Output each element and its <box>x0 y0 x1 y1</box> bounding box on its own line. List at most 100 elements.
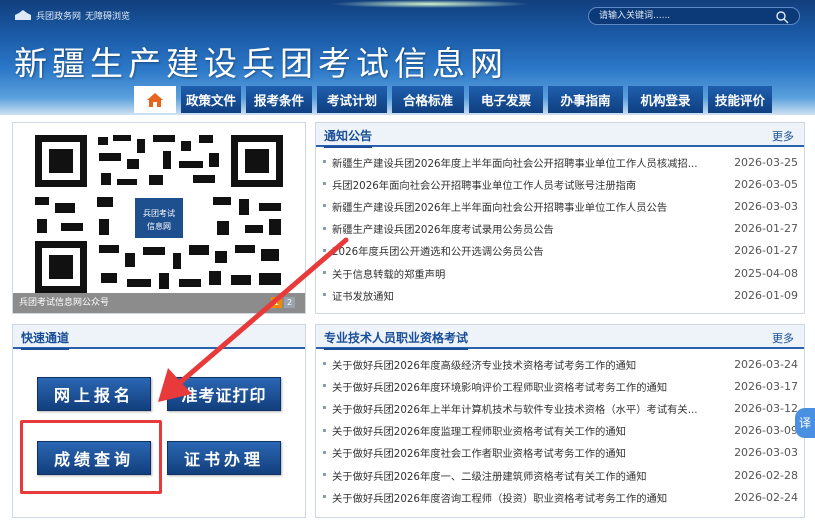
professional-item-title[interactable]: 关于做好兵团2026年度一、二级注册建筑师资格考试有关工作的通知 <box>332 468 732 483</box>
professional-more-link[interactable]: 更多 <box>772 330 794 346</box>
top-bar: 兵团政务网 无障碍浏览 <box>0 0 815 30</box>
professional-item[interactable]: 关于做好兵团2026年上半年计算机技术与软件专业技术资格（水平）考试有关... 2… <box>316 397 804 419</box>
professional-item-title[interactable]: 关于做好兵团2026年度环境影响评价工程师职业资格考试考务工作的通知 <box>332 379 732 394</box>
professional-item-date: 2026-03-12 <box>734 401 798 415</box>
notice-item[interactable]: 证书发放通知 2026-01-09 <box>316 284 804 306</box>
bullet <box>323 406 326 410</box>
main-nav: 政策文件 报考条件 考试计划 合格标准 电子发票 办事指南 机构登录 技能评价 <box>134 86 777 113</box>
professional-item[interactable]: 关于做好兵团2026年度环境影响评价工程师职业资格考试考务工作的通知 2026-0… <box>316 375 804 397</box>
notice-title: 通知公告 <box>324 127 373 148</box>
quick-title-bar: 快速通道 <box>13 325 305 350</box>
notice-item-date: 2026-01-09 <box>734 288 798 302</box>
professional-item-title[interactable]: 关于做好兵团2026年度咨询工程师（投资）职业资格考试考务工作的通知 <box>332 490 732 505</box>
nav-policy[interactable]: 政策文件 <box>181 86 241 113</box>
notice-item-date: 2026-03-05 <box>734 177 798 191</box>
translate-button[interactable]: 译 <box>795 408 815 438</box>
bullet <box>323 182 326 186</box>
professional-item[interactable]: 关于做好兵团2026年度咨询工程师（投资）职业资格考试考务工作的通知 2026-0… <box>316 486 804 508</box>
professional-panel: 专业技术人员职业资格考试 更多 关于做好兵团2026年度高级经济专业技术资格考试… <box>315 324 805 518</box>
quick-title: 快速通道 <box>21 329 70 350</box>
bullet <box>323 293 326 297</box>
search-box <box>588 7 800 25</box>
highlight-box <box>20 420 162 494</box>
professional-title: 专业技术人员职业资格考试 <box>324 329 469 350</box>
notice-more-link[interactable]: 更多 <box>772 128 794 144</box>
banner-pager: 1 2 <box>269 297 295 308</box>
notice-item[interactable]: 兵团2026年面向社会公开招聘事业单位工作人员考试账号注册指南 2026-03-0… <box>316 173 804 195</box>
bullet <box>323 248 326 252</box>
notice-item-title[interactable]: 2026年度兵团公开遴选和公开选调公务员公告 <box>332 243 732 258</box>
notice-item[interactable]: 新疆生产建设兵团2026年度考试录用公务员公告 2026-01-27 <box>316 218 804 240</box>
notice-item[interactable]: 关于信息转载的郑重声明 2025-04-08 <box>316 262 804 284</box>
nav-e-invoice[interactable]: 电子发票 <box>469 86 543 113</box>
bullet <box>323 450 326 454</box>
admission-ticket-button[interactable]: 准考证打印 <box>167 377 281 411</box>
professional-item-title[interactable]: 关于做好兵团2026年度监理工程师职业资格考试有关工作的通知 <box>332 423 732 438</box>
banner-caption: 兵团考试信息网公众号 <box>13 293 305 313</box>
professional-item-date: 2026-03-17 <box>734 379 798 393</box>
notice-item[interactable]: 新疆生产建设兵团2026年上半年面向社会公开招聘事业单位工作人员公告 2026-0… <box>316 195 804 217</box>
professional-item-date: 2026-03-09 <box>734 424 798 438</box>
gov-link[interactable]: 兵团政务网 <box>36 12 81 22</box>
svg-text:信息网: 信息网 <box>147 221 171 231</box>
nav-skill-eval[interactable]: 技能评价 <box>708 86 772 113</box>
home-icon <box>147 92 163 107</box>
nav-guide[interactable]: 办事指南 <box>548 86 623 113</box>
accessibility-link[interactable]: 无障碍浏览 <box>85 12 130 22</box>
bullet <box>323 428 326 432</box>
notice-item-date: 2026-01-27 <box>734 244 798 258</box>
banner-panel: 兵团考试 信息网 兵团考试信息网公众号 1 2 <box>12 122 306 314</box>
notice-title-bar: 通知公告 更多 <box>316 123 804 148</box>
nav-org-login[interactable]: 机构登录 <box>628 86 703 113</box>
notice-item-title[interactable]: 证书发放通知 <box>332 288 732 303</box>
professional-item-title[interactable]: 关于做好兵团2026年度社会工作者职业资格考试考务工作的通知 <box>332 445 732 460</box>
professional-list: 关于做好兵团2026年度高级经济专业技术资格考试考务工作的通知 2026-03-2… <box>316 353 804 508</box>
bullet <box>323 362 326 365</box>
pager-2[interactable]: 2 <box>284 297 295 308</box>
search-icon[interactable] <box>775 10 789 24</box>
notice-item[interactable]: 2026年度兵团公开遴选和公开选调公务员公告 2026-01-27 <box>316 240 804 262</box>
notice-item-date: 2026-03-25 <box>734 155 798 169</box>
notice-item-title[interactable]: 新疆生产建设兵团2026年度上半年面向社会公开招聘事业单位工作人员核减招... <box>332 155 732 170</box>
professional-item-title[interactable]: 关于做好兵团2026年度高级经济专业技术资格考试考务工作的通知 <box>332 357 732 372</box>
notice-item-date: 2026-03-03 <box>734 199 798 213</box>
notice-item[interactable]: 新疆生产建设兵团2026年度上半年面向社会公开招聘事业单位工作人员核减招... 2… <box>316 151 804 173</box>
nav-home[interactable] <box>134 86 176 113</box>
site-title: 新疆生产建设兵团考试信息网 <box>14 44 508 83</box>
search-input[interactable] <box>599 9 759 23</box>
bullet <box>323 384 326 388</box>
professional-item-date: 2026-03-03 <box>734 446 798 460</box>
professional-title-bar: 专业技术人员职业资格考试 更多 <box>316 325 804 350</box>
professional-item[interactable]: 关于做好兵团2026年度监理工程师职业资格考试有关工作的通知 2026-03-09 <box>316 420 804 442</box>
notice-item-date: 2025-04-08 <box>734 266 798 280</box>
certificate-button[interactable]: 证书办理 <box>167 441 281 475</box>
professional-item-date: 2026-03-24 <box>734 357 798 371</box>
notice-item-title[interactable]: 新疆生产建设兵团2026年度考试录用公务员公告 <box>332 221 732 236</box>
notice-item-title[interactable]: 新疆生产建设兵团2026年上半年面向社会公开招聘事业单位工作人员公告 <box>332 199 732 214</box>
notice-item-title[interactable]: 关于信息转载的郑重声明 <box>332 266 732 281</box>
bullet <box>323 495 326 499</box>
pager-1[interactable]: 1 <box>271 297 282 308</box>
qr-code-image[interactable]: 兵团考试 信息网 <box>13 123 305 313</box>
professional-item[interactable]: 关于做好兵团2026年度一、二级注册建筑师资格考试有关工作的通知 2026-02-… <box>316 464 804 486</box>
nav-exam-plan[interactable]: 考试计划 <box>317 86 387 113</box>
bullet <box>323 270 326 274</box>
svg-text:兵团考试: 兵团考试 <box>143 208 175 218</box>
nav-requirements[interactable]: 报考条件 <box>246 86 312 113</box>
notice-item-title[interactable]: 兵团2026年面向社会公开招聘事业单位工作人员考试账号注册指南 <box>332 177 732 192</box>
notice-list: 新疆生产建设兵团2026年度上半年面向社会公开招聘事业单位工作人员核减招... 2… <box>316 151 804 306</box>
professional-item-title[interactable]: 关于做好兵团2026年上半年计算机技术与软件专业技术资格（水平）考试有关... <box>332 401 732 416</box>
building-icon <box>15 10 31 20</box>
notice-item-date: 2026-01-27 <box>734 222 798 236</box>
nav-passing-standard[interactable]: 合格标准 <box>392 86 464 113</box>
bullet <box>323 204 326 208</box>
professional-item-date: 2026-02-28 <box>734 468 798 482</box>
professional-item[interactable]: 关于做好兵团2026年度社会工作者职业资格考试考务工作的通知 2026-03-03 <box>316 442 804 464</box>
professional-item-date: 2026-02-24 <box>734 490 798 504</box>
notice-panel: 通知公告 更多 新疆生产建设兵团2026年度上半年面向社会公开招聘事业单位工作人… <box>315 122 805 314</box>
online-registration-button[interactable]: 网上报名 <box>37 377 151 411</box>
gov-links: 兵团政务网 无障碍浏览 <box>36 9 134 22</box>
professional-item[interactable]: 关于做好兵团2026年度高级经济专业技术资格考试考务工作的通知 2026-03-2… <box>316 353 804 375</box>
bullet <box>323 160 326 163</box>
site-header: 兵团政务网无障碍浏览 新疆生产建设兵团考试信息网 政策文件 报考条件 考试计划 … <box>0 0 815 115</box>
